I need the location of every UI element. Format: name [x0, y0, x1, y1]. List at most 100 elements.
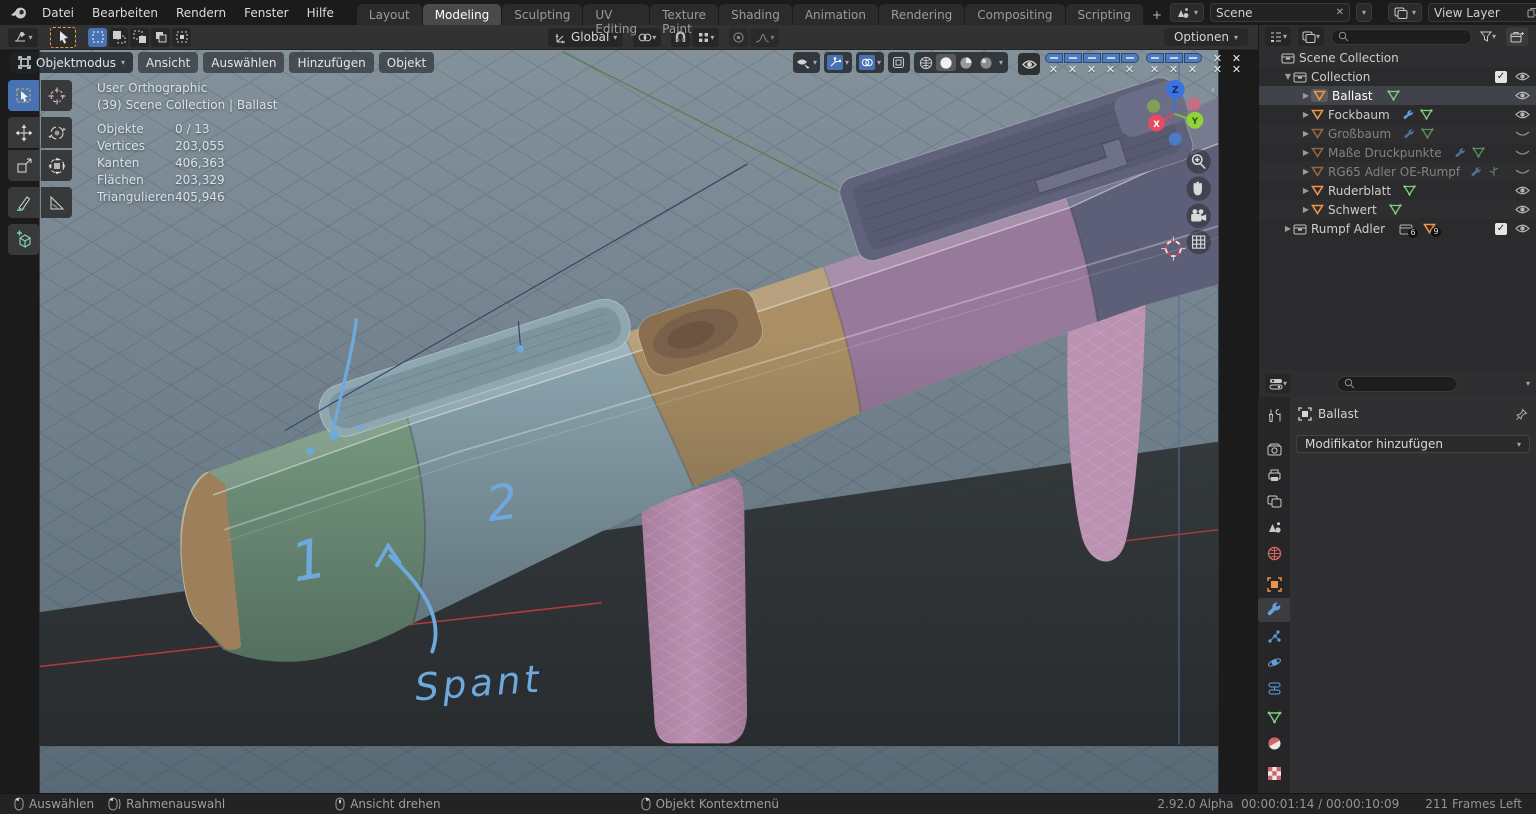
- tab-scripting[interactable]: Scripting: [1066, 4, 1143, 25]
- outliner-row-masse-druckpunkte[interactable]: ▶ Maße Druckpunkte: [1259, 143, 1536, 162]
- editor-type-button[interactable]: ▾: [8, 28, 38, 47]
- outliner-display-mode-button[interactable]: ▾: [1265, 27, 1291, 46]
- outliner-row-collection[interactable]: ▼ Collection: [1259, 67, 1536, 86]
- qcd-slot-4[interactable]: [1101, 53, 1120, 75]
- outliner-row-ballast[interactable]: ▶ Ballast: [1259, 86, 1536, 105]
- blender-logo-icon[interactable]: [0, 6, 33, 20]
- options-button[interactable]: Optionen ▾: [1164, 28, 1248, 46]
- add-modifier-button[interactable]: Modifikator hinzufügen ▾: [1296, 435, 1530, 453]
- outliner-row-rumpf-adler[interactable]: ▶ Rumpf Adler 6 9: [1259, 219, 1536, 238]
- sidebar-toggle-icon[interactable]: ‹: [1211, 84, 1215, 96]
- qcd-slot-5[interactable]: [1120, 53, 1139, 75]
- properties-search-input[interactable]: [1337, 376, 1457, 392]
- qcd-slot-10[interactable]: [1227, 53, 1246, 75]
- properties-editor-button[interactable]: ▾: [1265, 374, 1291, 393]
- add-workspace-button[interactable]: +: [1144, 5, 1170, 25]
- outliner-search-input[interactable]: [1331, 29, 1472, 45]
- eye-closed-icon[interactable]: [1515, 166, 1530, 177]
- tool-select-box[interactable]: [8, 80, 39, 111]
- eye-open-icon[interactable]: [1515, 109, 1530, 120]
- menu-datei[interactable]: Datei: [33, 2, 83, 24]
- select-mode-intersect[interactable]: [172, 28, 191, 47]
- select-mode-extend[interactable]: [109, 28, 128, 47]
- tab-scene[interactable]: [1258, 515, 1290, 539]
- keel-ballast-object[interactable]: [641, 477, 747, 743]
- tool-move[interactable]: [8, 117, 39, 148]
- camera-view-button[interactable]: [1186, 204, 1210, 228]
- outliner-row-rg65[interactable]: ▶ RG65 Adler OE-Rumpf: [1259, 162, 1536, 181]
- tab-material[interactable]: [1258, 731, 1290, 755]
- collection-checkbox[interactable]: [1495, 71, 1507, 83]
- scene-dropdown[interactable]: ▾: [1356, 3, 1372, 22]
- tab-object[interactable]: [1258, 572, 1290, 596]
- tab-world[interactable]: [1258, 541, 1290, 565]
- tab-physics[interactable]: [1258, 650, 1290, 674]
- tool-add-cube[interactable]: [8, 224, 39, 255]
- breadcrumb-object-name[interactable]: Ballast: [1318, 407, 1359, 421]
- snap-target-button[interactable]: ▾: [692, 28, 719, 47]
- tab-rendering[interactable]: Rendering: [879, 4, 964, 25]
- mode-selector[interactable]: Objektmodus ▾: [10, 52, 133, 73]
- outliner-row-ruderblatt[interactable]: ▶ Ruderblatt: [1259, 181, 1536, 200]
- menu-fenster[interactable]: Fenster: [235, 2, 298, 24]
- tool-measure[interactable]: [41, 187, 72, 218]
- tab-compositing[interactable]: Compositing: [965, 4, 1064, 25]
- menu-hilfe[interactable]: Hilfe: [298, 2, 343, 24]
- view-layer-type-button[interactable]: ▾: [1388, 3, 1422, 22]
- qcd-slot-6[interactable]: [1145, 53, 1164, 75]
- menu-rendern[interactable]: Rendern: [167, 2, 235, 24]
- shading-material-button[interactable]: [956, 54, 976, 71]
- select-mode-subtract[interactable]: [130, 28, 149, 47]
- tab-layout[interactable]: Layout: [357, 4, 422, 25]
- tool-scale[interactable]: [8, 150, 39, 181]
- shading-rendered-button[interactable]: [976, 54, 996, 71]
- qcd-slot-2[interactable]: [1063, 53, 1082, 75]
- qcd-slot-7[interactable]: [1164, 53, 1183, 75]
- tool-transform[interactable]: [41, 150, 72, 181]
- eye-open-icon[interactable]: [1515, 185, 1530, 196]
- eye-open-icon[interactable]: [1515, 204, 1530, 215]
- qcd-slot-8[interactable]: [1183, 53, 1202, 75]
- shading-solid-button[interactable]: [936, 54, 956, 71]
- scene-type-button[interactable]: ▾: [1170, 3, 1204, 22]
- qcd-slot-9[interactable]: [1208, 53, 1227, 75]
- overlays-dropdown[interactable]: ▾: [856, 52, 884, 73]
- tab-modifiers[interactable]: [1258, 598, 1290, 622]
- select-mode-invert[interactable]: [151, 28, 170, 47]
- qcd-slot-3[interactable]: [1082, 53, 1101, 75]
- xray-toggle[interactable]: [888, 52, 910, 73]
- tool-annotate[interactable]: [8, 187, 39, 218]
- tab-render[interactable]: [1258, 437, 1290, 461]
- viewport-3d[interactable]: 1 2 Spant Z X Y: [0, 50, 1258, 793]
- tab-sculpting[interactable]: Sculpting: [502, 4, 582, 25]
- outliner-row-grossbaum[interactable]: ▶ Großbaum: [1259, 124, 1536, 143]
- zoom-button[interactable]: [1186, 149, 1210, 173]
- active-tool-button[interactable]: [50, 27, 76, 48]
- eye-open-icon[interactable]: [1515, 90, 1530, 101]
- menu-hinzufuegen[interactable]: Hinzufügen: [289, 52, 373, 73]
- tab-modeling[interactable]: Modeling: [423, 4, 502, 25]
- pin-icon[interactable]: [1515, 408, 1528, 421]
- object-visibility-dropdown[interactable]: ▾: [793, 52, 820, 73]
- eye-open-icon[interactable]: [1515, 71, 1530, 82]
- copy-icon[interactable]: [1527, 7, 1536, 18]
- tool-rotate[interactable]: [41, 117, 72, 148]
- proportional-edit-button[interactable]: [729, 28, 748, 47]
- pivot-point-button[interactable]: ▾: [633, 28, 661, 47]
- menu-objekt[interactable]: Objekt: [379, 52, 434, 73]
- tool-cursor[interactable]: [41, 80, 72, 111]
- outliner-row-scene-collection[interactable]: Scene Collection: [1259, 48, 1536, 67]
- pan-button[interactable]: [1186, 176, 1210, 200]
- tab-animation[interactable]: Animation: [793, 4, 878, 25]
- tab-tool[interactable]: [1258, 403, 1290, 427]
- tab-uv-editing[interactable]: UV Editing: [583, 4, 649, 25]
- collection-checkbox[interactable]: [1495, 223, 1507, 235]
- menu-ansicht[interactable]: Ansicht: [138, 52, 198, 73]
- falloff-button[interactable]: ▾: [750, 28, 779, 47]
- gizmo-neg-axis[interactable]: [1147, 100, 1160, 113]
- tab-constraints[interactable]: [1258, 676, 1290, 700]
- new-collection-button[interactable]: [1506, 27, 1528, 46]
- outliner-filter-button[interactable]: ▾: [1477, 27, 1499, 46]
- menu-auswaehlen[interactable]: Auswählen: [203, 52, 284, 73]
- scene-unlink-icon[interactable]: ✕: [1336, 7, 1344, 18]
